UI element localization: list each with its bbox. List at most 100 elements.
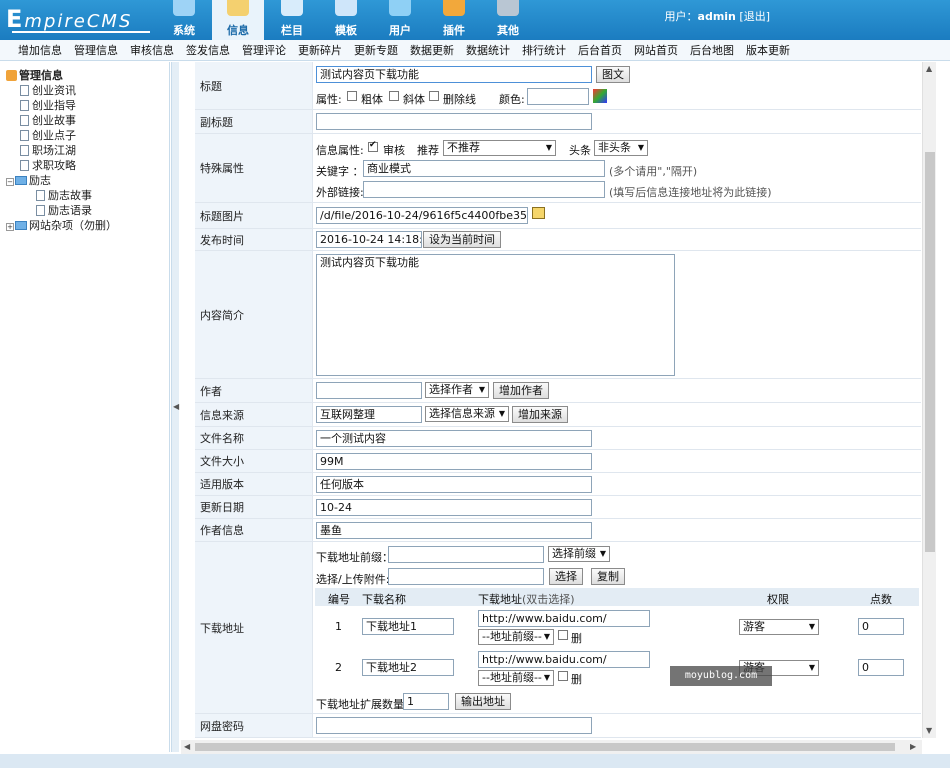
menu-item[interactable]: 后台地图 [684, 40, 740, 60]
dl-permission-select[interactable]: 游客 [739, 619, 819, 635]
dl-points-input[interactable]: 0 [858, 618, 904, 635]
dl-delete-checkbox[interactable] [558, 671, 568, 681]
tree-item[interactable]: 创业点子 [6, 128, 169, 143]
dl-url-input[interactable]: http://www.baidu.com/ [478, 610, 650, 627]
row-title-pic: 标题图片 /d/file/2016-10-24/9616f5c4400fbe35… [195, 203, 921, 229]
horizontal-scrollbar[interactable]: ◀ ▶ [181, 740, 922, 754]
menu-item[interactable]: 数据统计 [460, 40, 516, 60]
menu-item[interactable]: 管理评论 [236, 40, 292, 60]
dl-url-input[interactable]: http://www.baidu.com/ [478, 651, 650, 668]
menu-item[interactable]: 数据更新 [404, 40, 460, 60]
recommend-select[interactable]: 不推荐 [443, 140, 556, 156]
expand-icon[interactable]: + [6, 223, 14, 231]
menu-item[interactable]: 版本更新 [740, 40, 796, 60]
nav-person[interactable]: 用户 [374, 0, 426, 40]
tree-item[interactable]: 求职攻略 [6, 158, 169, 173]
tree-folder-misc[interactable]: + 网站杂项（勿删） [6, 218, 169, 233]
output-address-button[interactable]: 输出地址 [455, 693, 511, 710]
intro-textarea[interactable]: 测试内容页下载功能 [316, 254, 675, 376]
italic-checkbox[interactable] [389, 91, 399, 101]
image-select-icon[interactable] [532, 207, 545, 219]
row-title: 标题 测试内容页下载功能 图文 属性: 粗体 斜体 删除线 颜色: [195, 62, 921, 110]
menu-item[interactable]: 后台首页 [572, 40, 628, 60]
copy-button[interactable]: 复制 [591, 568, 625, 585]
tree-subitem[interactable]: 励志语录 [6, 203, 169, 218]
title-input[interactable]: 测试内容页下载功能 [316, 66, 592, 83]
collapse-icon[interactable]: − [6, 178, 14, 186]
tree-item[interactable]: 创业故事 [6, 113, 169, 128]
dl-delete-checkbox[interactable] [558, 630, 568, 640]
nav-label: 系统 [173, 24, 195, 37]
sidebar-splitter[interactable]: ◀ [171, 62, 179, 752]
intro-label: 内容简介 [195, 251, 313, 378]
menu-item[interactable]: 管理信息 [68, 40, 124, 60]
keyword-input[interactable]: 商业模式 [363, 160, 605, 177]
menu-item[interactable]: 签发信息 [180, 40, 236, 60]
nav-tools[interactable]: 插件 [428, 0, 480, 40]
nav-globe[interactable]: 系统 [158, 0, 210, 40]
version-input[interactable]: 任何版本 [316, 476, 592, 493]
nav-notepad[interactable]: 信息 [212, 0, 264, 40]
row-source: 信息来源 互联网整理 选择信息来源 增加来源 [195, 403, 921, 427]
window-icon [281, 0, 303, 16]
vertical-scrollbar[interactable]: ▲ ▼ [922, 62, 936, 738]
bold-checkbox[interactable] [347, 91, 357, 101]
notepad-icon [227, 0, 249, 16]
menu-item[interactable]: 审核信息 [124, 40, 180, 60]
author-label: 作者 [195, 379, 313, 402]
strike-checkbox[interactable] [429, 91, 439, 101]
color-picker-icon[interactable] [593, 89, 607, 103]
ext-count-input[interactable]: 1 [403, 693, 449, 710]
upload-input[interactable] [388, 568, 544, 585]
tree-root[interactable]: 管理信息 [6, 68, 169, 83]
empirecms-logo: EmpireCMS [6, 2, 150, 36]
prefix-input[interactable] [388, 546, 544, 563]
set-current-time-button[interactable]: 设为当前时间 [423, 231, 501, 248]
link-input[interactable] [363, 181, 605, 198]
tree-item[interactable]: 创业指导 [6, 98, 169, 113]
audit-checkbox[interactable] [368, 140, 378, 152]
prefix-select[interactable]: 选择前缀 [548, 546, 610, 562]
menu-item[interactable]: 排行统计 [516, 40, 572, 60]
dl-prefix-select[interactable]: --地址前缀-- [478, 670, 554, 686]
file-name-input[interactable]: 一个测试内容 [316, 430, 592, 447]
bottom-bar [0, 754, 950, 768]
update-date-input[interactable]: 10-24 [316, 499, 592, 516]
subtitle-input[interactable] [316, 113, 592, 130]
menu-item[interactable]: 更新碎片 [292, 40, 348, 60]
nav-monitor[interactable]: 模板 [320, 0, 372, 40]
tree-item[interactable]: 职场江湖 [6, 143, 169, 158]
pan-password-input[interactable] [316, 717, 592, 734]
dl-name-input[interactable]: 下载地址2 [362, 659, 454, 676]
nav-gear[interactable]: 其他 [482, 0, 534, 40]
nav-window[interactable]: 栏目 [266, 0, 318, 40]
logout-link[interactable]: [退出] [739, 10, 770, 23]
select-file-button[interactable]: 选择 [549, 568, 583, 585]
row-author-info: 作者信息 墨鱼 [195, 519, 921, 542]
dl-points-input[interactable]: 0 [858, 659, 904, 676]
menu-item[interactable]: 增加信息 [12, 40, 68, 60]
collapse-arrow-icon[interactable]: ◀ [173, 402, 179, 411]
author-input[interactable] [316, 382, 422, 399]
color-input[interactable] [527, 88, 589, 105]
menu-item[interactable]: 更新专题 [348, 40, 404, 60]
tree-subitem[interactable]: 励志故事 [6, 188, 169, 203]
author-select[interactable]: 选择作者 [425, 382, 489, 398]
time-input[interactable]: 2016-10-24 14:18:13 [316, 231, 422, 248]
pic-input[interactable]: /d/file/2016-10-24/9616f5c4400fbe351b98d [316, 207, 528, 224]
add-author-button[interactable]: 增加作者 [493, 382, 549, 399]
tree-item[interactable]: 创业资讯 [6, 83, 169, 98]
prefix-label: 下载地址前缀： [316, 551, 393, 564]
row-subtitle: 副标题 [195, 110, 921, 134]
add-source-button[interactable]: 增加来源 [512, 406, 568, 423]
menu-item[interactable]: 网站首页 [628, 40, 684, 60]
headline-select[interactable]: 非头条 [594, 140, 648, 156]
source-input[interactable]: 互联网整理 [316, 406, 422, 423]
picture-text-button[interactable]: 图文 [596, 66, 630, 83]
tree-folder-lizhi[interactable]: − 励志 [6, 173, 169, 188]
dl-name-input[interactable]: 下载地址1 [362, 618, 454, 635]
source-select[interactable]: 选择信息来源 [425, 406, 509, 422]
author-info-input[interactable]: 墨鱼 [316, 522, 592, 539]
file-size-input[interactable]: 99M [316, 453, 592, 470]
dl-prefix-select[interactable]: --地址前缀-- [478, 629, 554, 645]
